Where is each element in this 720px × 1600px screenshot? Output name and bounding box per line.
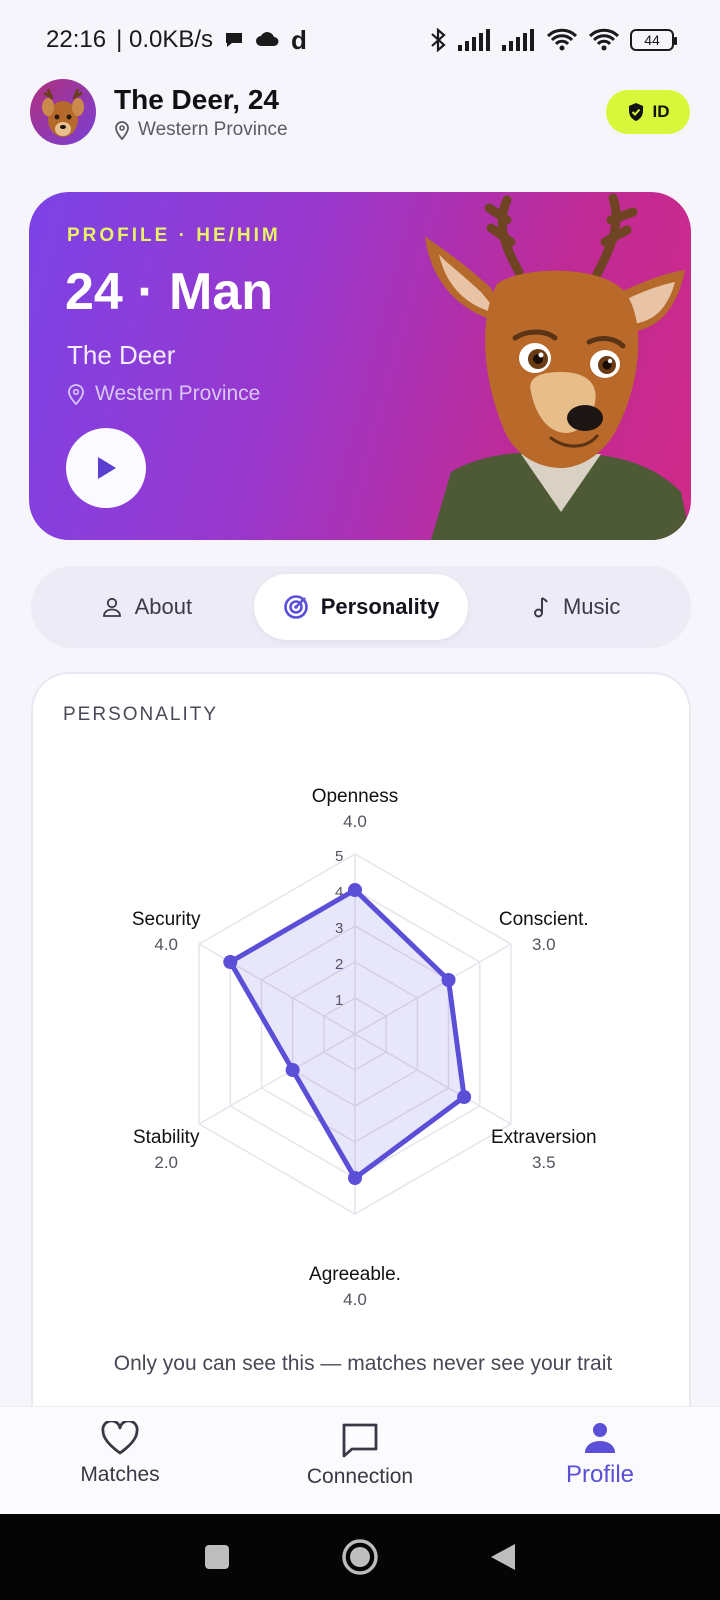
tab-personality-label: Personality xyxy=(320,594,440,619)
hero-eyebrow: PROFILE · HE/HIM xyxy=(67,225,281,246)
status-left: 22:16 | 0.0KB/s d xyxy=(46,25,307,56)
location-pin-icon xyxy=(68,384,84,405)
wifi-icon xyxy=(546,28,578,51)
radar-data-point xyxy=(285,1063,300,1077)
location-pin-icon xyxy=(115,121,129,140)
radar-axis-value: 4.0 xyxy=(343,812,367,831)
status-bar: 22:16 | 0.0KB/s d 44 xyxy=(0,0,720,80)
battery-level: 44 xyxy=(644,32,660,48)
radar-axis-value: 3.0 xyxy=(532,935,556,954)
profile-header: The Deer, 24 Western Province ID xyxy=(30,78,690,146)
nav-profile[interactable]: Profile xyxy=(480,1407,720,1514)
recents-icon[interactable] xyxy=(203,1543,231,1571)
radar-axis-value: 3.5 xyxy=(532,1153,556,1172)
radar-scale-label: 5 xyxy=(335,848,343,865)
radar-data-point xyxy=(348,1171,362,1185)
cloud-icon xyxy=(256,32,279,46)
signal-icon xyxy=(502,29,534,51)
status-right: 44 xyxy=(428,27,677,53)
radar-axis-label: Conscient. xyxy=(499,909,589,930)
play-voice-button[interactable] xyxy=(66,428,146,508)
header-location: Western Province xyxy=(114,119,288,141)
nav-connection-label: Connection xyxy=(306,1465,414,1488)
tab-personality[interactable]: Personality xyxy=(253,574,469,640)
radar-data-point xyxy=(457,1090,472,1104)
nav-matches[interactable]: Matches xyxy=(0,1407,240,1514)
id-verified-badge[interactable]: ID xyxy=(606,90,690,134)
music-note-icon xyxy=(533,597,548,618)
bottom-navigation: Matches Connection Profile xyxy=(0,1406,720,1514)
radar-axis-value: 2.0 xyxy=(154,1153,178,1172)
radar-data-point xyxy=(348,883,362,897)
radar-axis-value: 4.0 xyxy=(154,935,178,954)
radar-axis-label: Agreeable. xyxy=(309,1264,401,1285)
radar-axis-value: 4.0 xyxy=(343,1290,367,1309)
profile-hero-card: PROFILE · HE/HIM 24 · Man The Deer Weste… xyxy=(29,192,691,540)
person-icon xyxy=(585,1423,615,1453)
tab-about-label: About xyxy=(134,594,193,619)
chat-bubble-icon xyxy=(226,33,243,47)
heart-icon xyxy=(101,1421,139,1455)
battery-icon: 44 xyxy=(630,29,677,51)
radar-axis-label: Stability xyxy=(133,1127,200,1148)
system-navigation-bar xyxy=(0,1514,720,1600)
radar-axis-label: Security xyxy=(132,909,201,930)
wifi-icon xyxy=(588,28,620,51)
avatar[interactable] xyxy=(30,79,96,145)
radar-axis-label: Extraversion xyxy=(491,1127,597,1148)
nav-profile-label: Profile xyxy=(565,1461,635,1488)
id-badge-label: ID xyxy=(652,102,670,121)
deer-avatar-image xyxy=(42,88,84,137)
status-time: 22:16 xyxy=(46,26,107,53)
header-location-text: Western Province xyxy=(138,119,288,140)
profile-tabs: About Personality Music xyxy=(31,566,691,648)
radar-data-point xyxy=(223,955,238,969)
hero-name: The Deer xyxy=(67,340,176,370)
personality-radar-chart: 12345Openness4.0Conscient.3.0Extraversio… xyxy=(132,786,597,1309)
hero-location: Western Province xyxy=(67,382,260,406)
hero-title: 24 · Man xyxy=(65,263,274,321)
radar-icon xyxy=(283,595,308,619)
shield-check-icon xyxy=(628,103,643,121)
home-icon[interactable] xyxy=(341,1538,379,1576)
d-app-icon: d xyxy=(291,24,307,55)
radar-axis-label: Openness xyxy=(312,786,399,807)
play-icon xyxy=(98,457,116,479)
personality-card: PERSONALITY 1 2 3 4 5 Openness 4.0 Conscient. 3.… xyxy=(31,672,691,1432)
personality-privacy-note: Only you can see this — matches never se… xyxy=(113,1352,613,1375)
hero-location-text: Western Province xyxy=(95,382,261,405)
tab-about[interactable]: About xyxy=(39,574,254,640)
person-icon xyxy=(102,597,121,617)
signal-icon xyxy=(458,29,490,51)
chat-icon xyxy=(342,1423,378,1458)
deer-portrait-image xyxy=(425,193,691,540)
nav-matches-label: Matches xyxy=(80,1463,160,1486)
tab-music[interactable]: Music xyxy=(468,574,683,640)
tab-music-label: Music xyxy=(562,594,621,619)
header-text: The Deer, 24 Western Province xyxy=(114,83,288,141)
nav-connection[interactable]: Connection xyxy=(240,1407,480,1514)
status-net-speed: | 0.0KB/s xyxy=(116,26,214,53)
back-icon[interactable] xyxy=(489,1542,517,1572)
bluetooth-icon xyxy=(431,27,446,53)
radar-data-point xyxy=(441,973,456,987)
profile-name: The Deer, 24 xyxy=(114,84,279,115)
